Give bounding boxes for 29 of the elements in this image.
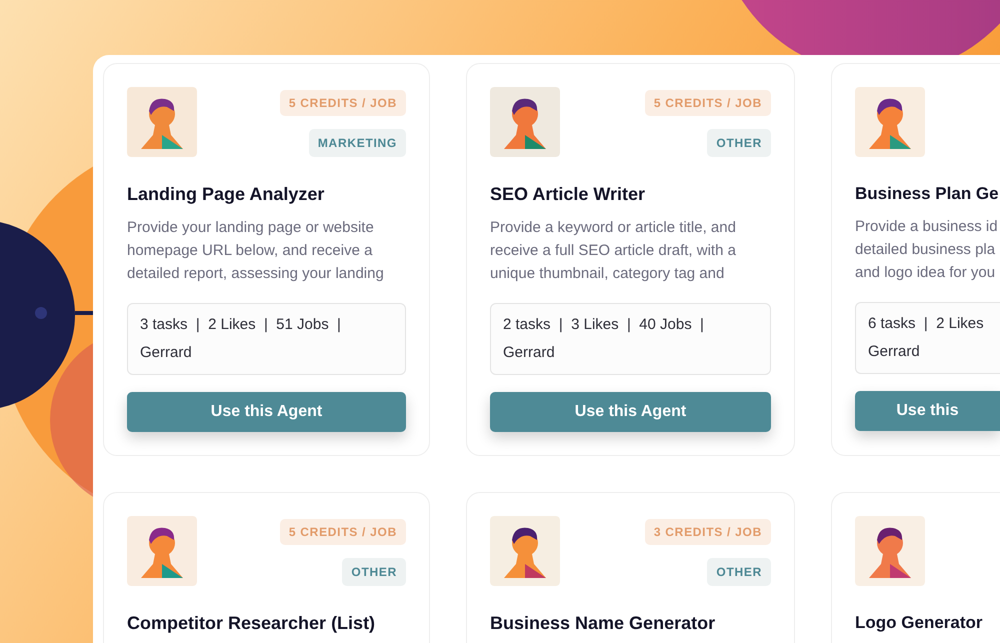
credits-badge: 3 CREDITS / JOB [644,519,771,545]
agent-title: Competitor Researcher (List) [127,612,376,635]
category-badge: OTHER [707,558,771,586]
avatar-silhouette-icon [127,87,197,157]
stats-box: 2 tasks | 3 Likes | 40 Jobs | Gerrard [490,303,771,375]
credits-badge: 5 CREDITS / JOB [644,90,771,116]
avatar-silhouette-icon [490,516,560,586]
credits-badge: 5 CREDITS / JOB [280,519,406,545]
agent-title: Business Name Generator [490,612,716,635]
use-agent-button[interactable]: Use this Agent [127,392,406,432]
agent-title: Landing Page Analyzer [127,183,324,206]
avatar-silhouette-icon [855,516,925,586]
avatar-silhouette-icon [127,516,197,586]
use-agent-button[interactable]: Use this [855,390,1000,430]
use-agent-button[interactable]: Use this Agent [490,392,771,432]
agent-title: Business Plan Ge [855,183,999,205]
stats-box: 6 tasks | 2 Likes Gerrard [855,302,1000,374]
category-badge: MARKETING [308,129,406,157]
stats-box: 3 tasks | 2 Likes | 51 Jobs | Gerrard [127,303,406,375]
agent-description: Provide a business id detailed business pla and logo idea for you [855,216,998,282]
agent-title: Logo Generator [855,612,983,634]
credits-badge: 5 CREDITS / JOB [280,90,406,116]
category-badge: OTHER [342,558,406,586]
agent-description: Provide your landing page or website homepage URL below, and receive a detailed report, assessing your landing [127,218,384,284]
avatar-silhouette-icon [855,87,925,157]
agent-description: Provide a keyword or article title, and receive a full SEO article draft, with a unique thumbnail, category tag and [490,218,736,284]
avatar-silhouette-icon [490,87,560,157]
agent-title: SEO Article Writer [490,183,646,206]
category-badge: OTHER [707,129,771,157]
